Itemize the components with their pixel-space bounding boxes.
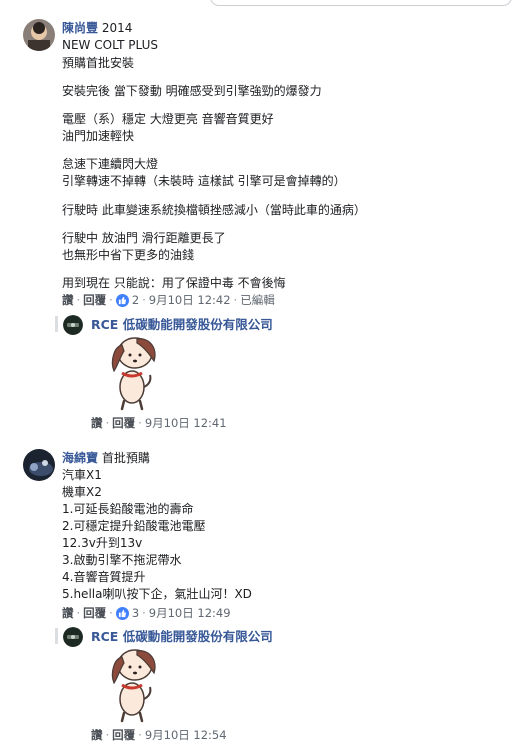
timestamp[interactable]: 9月10日 12:54 (145, 728, 227, 742)
avatar[interactable] (23, 449, 55, 481)
like-link[interactable]: 讚 (62, 606, 74, 620)
comment-line: 用到現在 只能說：用了保證中毒 不會後悔 (62, 276, 286, 290)
reaction-count[interactable]: 3 (132, 606, 139, 620)
timestamp[interactable]: 9月10日 12:41 (145, 416, 227, 430)
reply-thread-line (55, 316, 58, 332)
dog-sticker (92, 335, 172, 415)
reply-thread-line (55, 628, 58, 644)
reply-header: RCE 低碳動能開發股份有限公司 (91, 629, 273, 645)
comment-actions: 讚 · 回覆 · 2 · 9月10日 12:42 · 已編輯 (62, 293, 275, 307)
comment-input-field[interactable] (210, 0, 512, 6)
comment-line: 4.音響音質提升 (62, 570, 146, 584)
reply-link[interactable]: 回覆 (112, 728, 135, 742)
comment-line: 1.可延長鉛酸電池的壽命 (62, 502, 194, 516)
like-link[interactable]: 讚 (91, 728, 103, 742)
reply-author[interactable]: RCE 低碳動能開發股份有限公司 (91, 317, 273, 332)
comment-header: 陳尚豐 2014 (62, 21, 132, 36)
comment-line: 汽車X1 (62, 468, 102, 482)
comment-line: 怠速下連續閃大燈 (62, 157, 159, 171)
comment-line: 也無形中省下更多的油錢 (62, 248, 195, 262)
comment-line: 3.啟動引擎不拖泥帶水 (62, 553, 182, 567)
reply-link[interactable]: 回覆 (83, 293, 106, 307)
like-link[interactable]: 讚 (62, 293, 74, 307)
reply-actions: 讚 · 回覆 · 9月10日 12:54 (91, 728, 227, 742)
comment-header: 海綿寶 首批預購 (62, 451, 150, 466)
page-avatar[interactable] (63, 315, 83, 335)
comment-line: 2.可穩定提升鉛酸電池電壓 (62, 519, 206, 533)
comment-line: 12.3v升到13v (62, 536, 143, 550)
page-avatar[interactable] (63, 627, 83, 647)
comment-line: 電壓（系）穩定 大燈更亮 音響音質更好 (62, 112, 274, 126)
comment-author[interactable]: 海綿寶 (62, 451, 98, 465)
reply-author[interactable]: RCE 低碳動能開發股份有限公司 (91, 629, 273, 644)
reply-link[interactable]: 回覆 (112, 416, 135, 430)
comment-line: 預購首批安裝 (62, 56, 135, 70)
comment-author-suffix: 首批預購 (101, 451, 150, 465)
comment-line: 行駛時 此車變速系統換檔頓挫感減小（當時此車的通病） (62, 203, 366, 217)
edited-label: 已編輯 (240, 293, 275, 307)
reaction-count[interactable]: 2 (132, 293, 139, 307)
timestamp[interactable]: 9月10日 12:49 (149, 606, 231, 620)
timestamp[interactable]: 9月10日 12:42 (149, 293, 231, 307)
avatar[interactable] (23, 19, 55, 51)
comment-line: NEW COLT PLUS (62, 38, 158, 52)
thumbs-up-icon[interactable] (115, 606, 129, 620)
comment-line: 機車X2 (62, 485, 102, 499)
comment-actions: 讚 · 回覆 · 3 · 9月10日 12:49 (62, 606, 231, 620)
comment-line: 行駛中 放油門 滑行距離更長了 (62, 231, 226, 245)
comment-line: 引擎轉速不掉轉（未裝時 這樣試 引擎可是會掉轉的） (62, 174, 346, 188)
dog-sticker (92, 647, 172, 727)
reply-header: RCE 低碳動能開發股份有限公司 (91, 317, 273, 333)
reply-link[interactable]: 回覆 (83, 606, 106, 620)
comment-author[interactable]: 陳尚豐 (62, 21, 98, 35)
reply-input-bar (0, 0, 517, 14)
comment-line: 5.hella喇叭按下企，氣壯山河！XD (62, 587, 252, 601)
comment-author-suffix: 2014 (101, 21, 133, 35)
like-link[interactable]: 讚 (91, 416, 103, 430)
comment-line: 油門加速輕快 (62, 129, 135, 143)
reply-actions: 讚 · 回覆 · 9月10日 12:41 (91, 416, 227, 430)
comment-line: 安裝完後 當下發動 明確感受到引擎強勁的爆發力 (62, 84, 322, 98)
thumbs-up-icon[interactable] (115, 293, 129, 307)
